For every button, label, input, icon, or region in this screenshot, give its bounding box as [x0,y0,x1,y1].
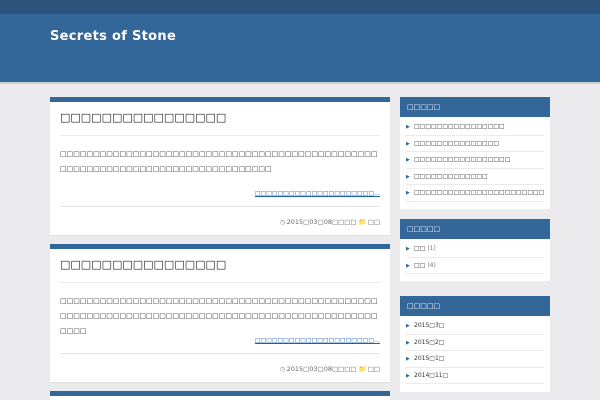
archive-item[interactable]: ▶ 2015□2□ [406,335,544,351]
read-more-link[interactable]: □□□□□□□□□□□□□□□□□□□□□… [255,337,380,344]
site-title[interactable]: Secrets of Stone [50,29,176,44]
archive-item[interactable]: ▶ 2014□11□ [406,368,544,384]
triangle-right-icon: ▶ [406,372,410,379]
recent-post-item[interactable]: ▶ □□□□□□□□□□□□□□□□ [406,119,544,136]
triangle-right-icon: ▶ [406,262,410,269]
header-top-strip [0,0,600,14]
recent-posts-list: ▶ □□□□□□□□□□□□□□□□ ▶ □□□□□□□□□□□□□□□ ▶ □□□□… [400,117,550,202]
triangle-right-icon: ▶ [406,173,410,180]
post-excerpt: □□□□□□□□□□□□□□□□□□□□□□□□□□□□□□□□□□□□□□□□… [60,150,378,173]
recent-post-item[interactable]: ▶ □□□□□□□□□□□□□□□□□□□□□□□□□ [406,185,544,202]
triangle-right-icon: ▶ [406,323,410,329]
category-count: (4) [427,261,436,269]
category-item[interactable]: ▶ □□ (1) [406,241,544,258]
triangle-right-icon: ▶ [406,140,410,147]
widget-archives: □□□□□ ▶ 2015□3□ ▶ 2015□2□ ▶ 2015□1□ ▶ 2014□1… [400,296,550,392]
post-title[interactable]: □□□□□□□□□□□□□□□□ [60,111,226,124]
archive-item[interactable]: ▶ 2015□1□ [406,351,544,368]
category-count: (1) [427,245,436,252]
folder-icon: 📁 [358,218,367,226]
divider [60,353,380,354]
post-category[interactable]: □□ [368,218,380,226]
widget-recent-posts: □□□□□ ▶ □□□□□□□□□□□□□□□□ ▶ □□□□□□□□□□□□□□□… [400,97,550,209]
divider [60,282,380,283]
widget-title: □□□□□ [400,296,550,316]
triangle-right-icon: ▶ [406,190,410,196]
clock-icon: ◷ [279,218,286,226]
post-meta: ◷2015□03□08□□□□ 📁□□ [280,218,380,226]
folder-icon: 📁 [358,365,367,373]
category-item[interactable]: ▶ □□ (4) [406,258,544,274]
recent-post-item[interactable]: ▶ □□□□□□□□□□□□□□□ [406,136,544,152]
widget-categories: □□□□□ ▶ □□ (1) ▶ □□ (4) [400,219,550,281]
triangle-right-icon: ▶ [406,124,410,130]
post-card: □□□□□□□□□□□□□□□□ □□□□□□□□□□□□□□□□□□□□□□□… [50,244,390,382]
post-card [50,391,390,400]
recent-post-item[interactable]: ▶ □□□□□□□□□□□□□□□□□ [406,152,544,169]
triangle-right-icon: ▶ [406,157,410,163]
read-more-link[interactable]: □□□□□□□□□□□□□□□□□□□□□… [255,190,380,197]
archive-item[interactable]: ▶ 2015□3□ [406,318,544,335]
triangle-right-icon: ▶ [406,246,410,252]
clock-icon: ◷ [279,365,286,373]
post-excerpt: □□□□□□□□□□□□□□□□□□□□□□□□□□□□□□□□□□□□□□□□… [60,297,378,335]
triangle-right-icon: ▶ [406,356,410,362]
recent-post-item[interactable]: ▶ □□□□□□□□□□□□□ [406,169,544,185]
archives-list: ▶ 2015□3□ ▶ 2015□2□ ▶ 2015□1□ ▶ 2014□11□ [400,316,550,384]
divider [60,206,380,207]
post-card: □□□□□□□□□□□□□□□□ □□□□□□□□□□□□□□□□□□□□□□□… [50,97,390,235]
site-header: Secrets of Stone [0,14,600,84]
post-meta: ◷2015□03□08□□□□ 📁□□ [280,365,380,373]
post-date: 2015□03□08□□□□ [286,365,357,373]
triangle-right-icon: ▶ [406,339,410,346]
divider [60,135,380,136]
widget-title: □□□□□ [400,219,550,239]
post-category[interactable]: □□ [368,365,380,373]
widget-title: □□□□□ [400,97,550,117]
post-date: 2015□03□08□□□□ [286,218,357,226]
post-title[interactable]: □□□□□□□□□□□□□□□□ [60,258,226,271]
categories-list: ▶ □□ (1) ▶ □□ (4) [400,239,550,274]
